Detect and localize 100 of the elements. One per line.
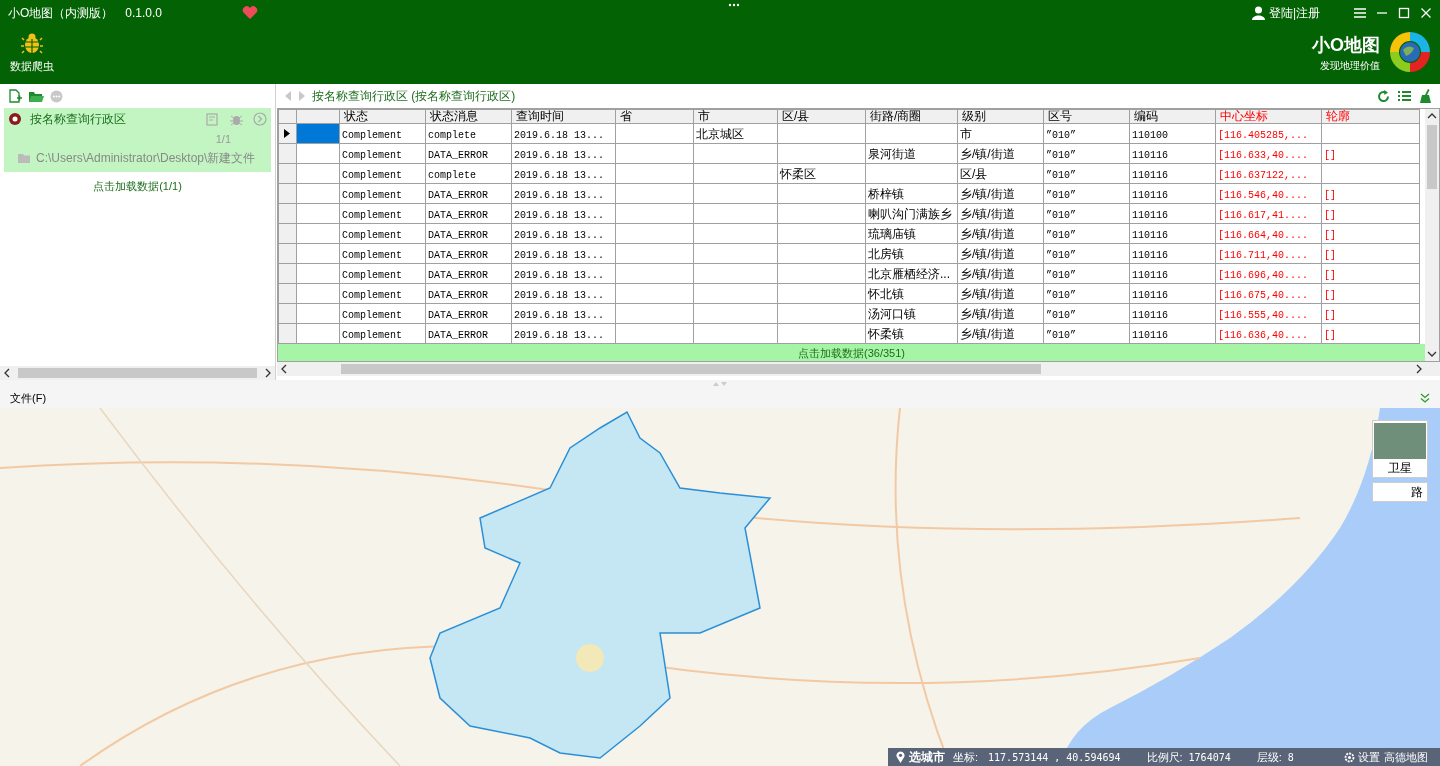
table-cell: 乡/镇/街道: [960, 306, 1015, 321]
column-header[interactable]: 编码: [1129, 109, 1216, 124]
table-cell: []: [1324, 269, 1336, 281]
table-cell: DATA_ERROR: [428, 329, 488, 341]
refresh-icon[interactable]: [1377, 89, 1390, 103]
table-cell: 110116: [1132, 229, 1168, 241]
column-header[interactable]: 级别: [957, 109, 1044, 124]
table-row[interactable]: Complement DATA_ERROR 2019.6.18 13... 怀柔镇 乡/镇/街道 ”010” 110116 [116.636,40.... []: [278, 323, 1420, 344]
map-layer-button[interactable]: 路: [1372, 482, 1428, 502]
table-row[interactable]: Complement DATA_ERROR 2019.6.18 13... 桥梓镇 乡/镇/街道 ”010” 110116 [116.546,40.... []: [278, 183, 1420, 204]
table-cell: 喇叭沟门满族乡: [868, 206, 952, 221]
menu-item[interactable]: 文件(F): [10, 389, 47, 407]
table-cell: ”010”: [1046, 209, 1076, 221]
table-cell: []: [1324, 289, 1336, 301]
column-header[interactable]: 市: [693, 109, 778, 124]
table-cell: Complement: [342, 329, 402, 341]
table-row[interactable]: Complement complete 2019.6.18 13... 北京城区 市 ”010” 110100 [116.405285,...: [278, 123, 1420, 144]
table-cell: ”010”: [1046, 329, 1076, 341]
table-cell: 110116: [1132, 209, 1168, 221]
column-header[interactable]: 状态消息: [425, 109, 512, 124]
table-row[interactable]: Complement DATA_ERROR 2019.6.18 13... 喇叭沟门满族乡 乡/镇/街道 ”010” 110116 [116.617,41.... []: [278, 203, 1420, 224]
table-row[interactable]: Complement DATA_ERROR 2019.6.18 13... 北京雁栖经济... 乡/镇/街道 ”010” 110116 [116.696,40.... []: [278, 263, 1420, 284]
folder-icon: [18, 153, 30, 163]
heart-icon: [242, 6, 259, 20]
scroll-right-icon[interactable]: [1414, 364, 1424, 374]
table-cell: Complement: [342, 269, 402, 281]
table-cell: complete: [428, 169, 476, 181]
globe-logo-icon: [1388, 30, 1432, 74]
table-cell: [116.637122,...: [1218, 169, 1308, 181]
table-cell: 2019.6.18 13...: [514, 269, 604, 281]
list-icon[interactable]: [1398, 90, 1411, 102]
table-cell: []: [1324, 149, 1336, 161]
settings-icon[interactable]: [1344, 751, 1355, 763]
table-cell: 2019.6.18 13...: [514, 249, 604, 261]
column-header[interactable]: 街路/商圈: [865, 109, 958, 124]
new-file-icon[interactable]: [8, 89, 22, 103]
scroll-up-icon[interactable]: [1427, 111, 1437, 121]
maximize-icon[interactable]: [1398, 7, 1410, 19]
column-header[interactable]: 区号: [1043, 109, 1130, 124]
column-header[interactable]: 查询时间: [511, 109, 616, 124]
table-cell: 北京雁栖经济...: [868, 266, 950, 281]
table-cell: DATA_ERROR: [428, 289, 488, 301]
table-cell: 北房镇: [868, 246, 904, 261]
table-cell: 怀北镇: [868, 286, 904, 301]
map-drawing[interactable]: [0, 408, 1440, 766]
menu-icon[interactable]: [1354, 8, 1366, 18]
table-cell: [116.636,40....: [1218, 329, 1308, 341]
scrollbar-thumb[interactable]: [341, 364, 1041, 374]
table-cell: Complement: [342, 169, 402, 181]
load-more-link[interactable]: 点击加载数据(36/351): [798, 344, 905, 361]
table-row[interactable]: Complement complete 2019.6.18 13... 怀柔区 区/县 ”010” 110116 [116.637122,...: [278, 163, 1420, 184]
splitter-handle-icon[interactable]: [712, 381, 728, 387]
scrollbar-thumb[interactable]: [18, 368, 257, 378]
column-header[interactable]: 状态: [339, 109, 426, 124]
toolbar-button[interactable]: 数据爬虫: [8, 32, 56, 75]
login-register-link[interactable]: 登陆|注册: [1268, 4, 1320, 22]
folder-icon[interactable]: [28, 89, 44, 103]
table-cell: Complement: [342, 309, 402, 321]
scroll-left-icon[interactable]: [2, 368, 12, 378]
table-cell: Complement: [342, 249, 402, 261]
table-cell: 2019.6.18 13...: [514, 129, 604, 141]
table-cell: DATA_ERROR: [428, 209, 488, 221]
scroll-left-icon[interactable]: [279, 364, 289, 374]
table-cell: DATA_ERROR: [428, 149, 488, 161]
table-cell: 110116: [1132, 189, 1168, 201]
table-cell: []: [1324, 229, 1336, 241]
more-icon[interactable]: [728, 3, 740, 7]
scrollbar-thumb[interactable]: [1427, 125, 1437, 189]
scroll-right-icon[interactable]: [263, 368, 273, 378]
settings-button[interactable]: 设置: [1358, 748, 1380, 766]
table-row[interactable]: Complement DATA_ERROR 2019.6.18 13... 琉璃庙镇 乡/镇/街道 ”010” 110116 [116.664,40.... []: [278, 223, 1420, 244]
table-cell: []: [1324, 189, 1336, 201]
file-path: C:\Users\Administrator\Desktop\新建文件: [36, 150, 256, 167]
city-select-button[interactable]: 选城市: [909, 748, 945, 766]
map-layer-button[interactable]: 卫星: [1372, 420, 1428, 478]
table-cell: 北京城区: [696, 126, 744, 141]
column-header[interactable]: 省: [615, 109, 694, 124]
table-row[interactable]: Complement DATA_ERROR 2019.6.18 13... 泉河街道 乡/镇/街道 ”010” 110116 [116.633,40.... []: [278, 143, 1420, 164]
table-cell: ”010”: [1046, 289, 1076, 301]
column-header[interactable]: 轮廓: [1321, 109, 1420, 124]
table-cell: ”010”: [1046, 229, 1076, 241]
table-cell: 110116: [1132, 169, 1168, 181]
collapse-icon[interactable]: [1420, 393, 1430, 403]
table-cell: DATA_ERROR: [428, 229, 488, 241]
load-more-link[interactable]: 点击加载数据(1/1): [93, 178, 182, 195]
close-icon[interactable]: [1420, 7, 1432, 19]
scroll-down-icon[interactable]: [1427, 349, 1437, 359]
broom-icon[interactable]: [1419, 89, 1432, 103]
table-cell: DATA_ERROR: [428, 249, 488, 261]
table-row[interactable]: Complement DATA_ERROR 2019.6.18 13... 北房镇 乡/镇/街道 ”010” 110116 [116.711,40.... []: [278, 243, 1420, 264]
table-cell: 乡/镇/街道: [960, 226, 1015, 241]
column-header[interactable]: 区/县: [777, 109, 866, 124]
table-row[interactable]: Complement DATA_ERROR 2019.6.18 13... 怀北镇 乡/镇/街道 ”010” 110116 [116.675,40.... []: [278, 283, 1420, 304]
radio-icon: [8, 112, 22, 126]
table-row[interactable]: Complement DATA_ERROR 2019.6.18 13... 汤河口镇 乡/镇/街道 ”010” 110116 [116.555,40.... []: [278, 303, 1420, 324]
query-title: 按名称查询行政区: [30, 111, 126, 128]
bug-icon: [21, 32, 43, 54]
coordinate-value: 117.573144 , 40.594694: [988, 750, 1121, 765]
column-header[interactable]: 中心坐标: [1215, 109, 1322, 124]
zoom-level-value: 8: [1287, 750, 1294, 765]
